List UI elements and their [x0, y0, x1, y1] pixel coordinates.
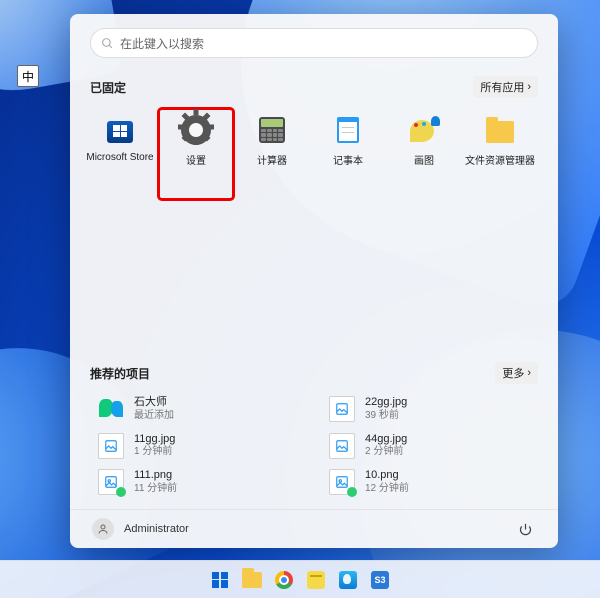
more-button[interactable]: 更多 › [495, 362, 538, 384]
app-microsoft-store[interactable]: Microsoft Store [82, 108, 158, 188]
taskbar-explorer[interactable] [238, 566, 266, 594]
recommended-item[interactable]: 11gg.jpg1 分钟前 [98, 433, 299, 459]
rec-name: 10.png [365, 469, 409, 483]
recommended-item[interactable]: 石大师最近添加 [98, 396, 299, 422]
power-icon [518, 522, 533, 537]
taskbar-start[interactable] [206, 566, 234, 594]
app-paint[interactable]: 画图 [386, 108, 462, 188]
taskbar-s3[interactable]: S3 [366, 566, 394, 594]
pinned-apps-grid: Microsoft Store 设置 计算器 记事本 画图 文件资源管理器 [82, 108, 538, 200]
shidashi-icon [98, 396, 124, 422]
app-label: 文件资源管理器 [465, 152, 535, 167]
image-file-icon [98, 433, 124, 459]
paint-icon [408, 114, 440, 146]
all-apps-button[interactable]: 所有应用 › [473, 76, 538, 98]
chevron-right-icon: › [527, 81, 531, 93]
search-icon [101, 37, 114, 50]
all-apps-label: 所有应用 [480, 79, 524, 95]
image-file-icon [329, 396, 355, 422]
settings-icon [180, 114, 212, 146]
taskbar-notes[interactable] [302, 566, 330, 594]
more-label: 更多 [502, 365, 524, 381]
png-file-icon [329, 469, 355, 495]
chrome-icon [275, 571, 293, 589]
user-button[interactable]: Administrator [92, 518, 189, 540]
app-notepad[interactable]: 记事本 [310, 108, 386, 188]
explorer-icon [484, 114, 516, 146]
app-calculator[interactable]: 计算器 [234, 108, 310, 188]
recommended-item[interactable]: 22gg.jpg39 秒前 [329, 396, 530, 422]
taskbar-qqbrowser[interactable] [334, 566, 362, 594]
app-label: 画图 [414, 152, 434, 167]
search-box[interactable]: 在此键入以搜索 [90, 28, 538, 58]
rec-sub: 1 分钟前 [134, 446, 175, 459]
search-placeholder: 在此键入以搜索 [120, 35, 204, 52]
rec-sub: 11 分钟前 [134, 483, 177, 496]
app-explorer[interactable]: 文件资源管理器 [462, 108, 538, 188]
ime-indicator[interactable]: 中 [17, 65, 39, 87]
rec-name: 11gg.jpg [134, 433, 175, 447]
app-label: 设置 [186, 152, 206, 167]
recommended-item[interactable]: 10.png12 分钟前 [329, 469, 530, 495]
start-icon [212, 572, 228, 588]
pinned-title: 已固定 [90, 79, 126, 96]
notepad-icon [332, 114, 364, 146]
qqbrowser-icon [339, 571, 357, 589]
avatar-icon [92, 518, 114, 540]
power-button[interactable] [514, 518, 536, 540]
rec-sub: 2 分钟前 [365, 446, 407, 459]
png-file-icon [98, 469, 124, 495]
taskbar: S3 [0, 560, 600, 598]
recommended-item[interactable]: 111.png11 分钟前 [98, 469, 299, 495]
username: Administrator [124, 523, 189, 535]
start-menu: 在此键入以搜索 已固定 所有应用 › Microsoft Store 设置 计算… [70, 14, 558, 548]
chevron-right-icon: › [527, 367, 531, 379]
rec-name: 44gg.jpg [365, 433, 407, 447]
explorer-icon [242, 572, 262, 588]
rec-sub: 39 秒前 [365, 410, 407, 423]
recommended-item[interactable]: 44gg.jpg2 分钟前 [329, 433, 530, 459]
app-settings[interactable]: 设置 [158, 108, 234, 200]
notes-icon [307, 571, 325, 589]
rec-sub: 12 分钟前 [365, 483, 409, 496]
app-label: 记事本 [333, 152, 363, 167]
rec-name: 22gg.jpg [365, 396, 407, 410]
taskbar-chrome[interactable] [270, 566, 298, 594]
store-icon [104, 114, 136, 146]
calculator-icon [256, 114, 288, 146]
start-footer: Administrator [70, 509, 558, 548]
image-file-icon [329, 433, 355, 459]
recommended-title: 推荐的项目 [90, 365, 150, 382]
rec-name: 111.png [134, 469, 177, 483]
app-label: Microsoft Store [86, 152, 153, 163]
rec-name: 石大师 [134, 396, 174, 410]
s3-icon: S3 [371, 571, 389, 589]
app-label: 计算器 [257, 152, 287, 167]
rec-sub: 最近添加 [134, 410, 174, 423]
